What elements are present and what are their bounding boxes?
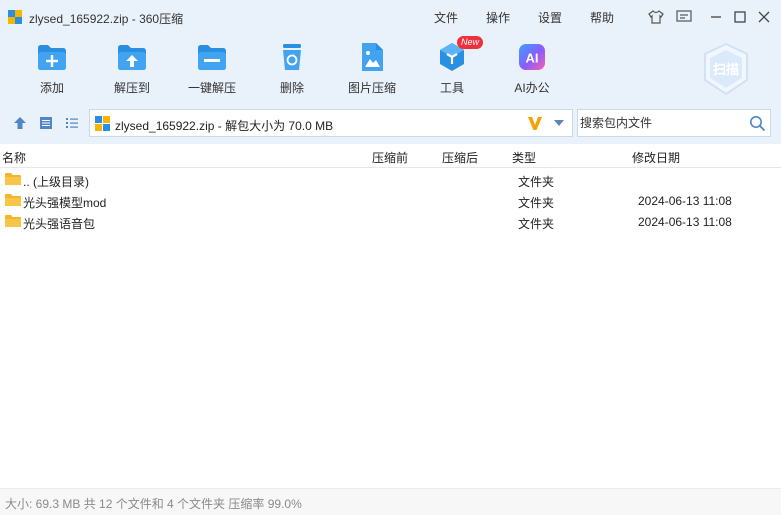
window-title: zlysed_165922.zip - 360压缩: [29, 12, 184, 26]
scan-button[interactable]: 扫描: [699, 40, 753, 100]
add-label: 添加: [39, 81, 64, 95]
maximize-icon: [734, 11, 746, 23]
arrow-up-icon: [14, 117, 26, 129]
verified-v-icon[interactable]: [527, 115, 543, 131]
file-name: 光头强语音包: [23, 217, 96, 231]
file-modified: 2024-06-13 11:08: [638, 194, 732, 208]
tools-label: 工具: [439, 81, 464, 95]
list-view-button[interactable]: [63, 114, 81, 132]
menu-help[interactable]: 帮助: [590, 9, 614, 26]
extract-to-button[interactable]: 解压到: [97, 40, 167, 98]
main-toolbar: 添加 解压到 一键解压 删除 图片压缩 New 工具 AI AI办公 扫描: [0, 34, 781, 102]
file-name: .. (上级目录): [23, 175, 89, 189]
ai-office-icon: AI: [519, 44, 545, 70]
close-button[interactable]: [755, 8, 773, 26]
search-input[interactable]: [580, 113, 740, 133]
feedback-button[interactable]: [675, 8, 693, 26]
column-modified[interactable]: 修改日期: [632, 149, 680, 166]
file-modified: 2024-06-13 11:08: [638, 215, 732, 229]
close-icon: [758, 11, 770, 23]
maximize-button[interactable]: [731, 8, 749, 26]
app-window: zlysed_165922.zip - 360压缩 文件 操作 设置 帮助 添加…: [0, 0, 781, 515]
ai-icon-text: AI: [526, 51, 539, 66]
column-compressed-before[interactable]: 压缩前: [372, 149, 408, 166]
column-name[interactable]: 名称: [2, 149, 26, 166]
file-list: .. (上级目录) 文件夹 光头强模型mod 文件夹 2024-06-13 11…: [0, 168, 781, 488]
search-icon[interactable]: [749, 115, 766, 132]
shirt-icon: [648, 10, 664, 24]
image-compress-label: 图片压缩: [347, 81, 396, 95]
skin-button[interactable]: [647, 8, 665, 26]
zip-archive-icon: [95, 116, 110, 131]
menu-operation[interactable]: 操作: [486, 9, 510, 26]
address-row: zlysed_165922.zip - 解包大小为 70.0 MB: [0, 102, 781, 144]
detail-view-icon: [40, 117, 52, 129]
file-list-header: 名称 压缩前 压缩后 类型 修改日期: [0, 144, 781, 168]
ai-office-label: AI办公: [514, 81, 550, 95]
tools-button[interactable]: New 工具: [417, 36, 487, 98]
extract-to-label: 解压到: [113, 81, 150, 95]
file-type: 文件夹: [518, 217, 555, 231]
one-click-extract-icon: [198, 45, 226, 70]
ai-office-button[interactable]: AI AI办公: [497, 40, 567, 98]
status-bar: 大小: 69.3 MB 共 12 个文件和 4 个文件夹 压缩率 99.0%: [0, 488, 781, 515]
title-bar: zlysed_165922.zip - 360压缩 文件 操作 设置 帮助: [0, 0, 781, 34]
column-compressed-after[interactable]: 压缩后: [442, 149, 478, 166]
one-click-extract-button[interactable]: 一键解压: [177, 40, 247, 98]
delete-icon: [283, 44, 301, 70]
scan-label: 扫描: [713, 62, 739, 77]
shield-scan-icon: 扫描: [704, 42, 748, 96]
list-view-icon: [66, 118, 78, 128]
delete-button[interactable]: 删除: [257, 40, 327, 98]
address-dropdown-icon[interactable]: [554, 120, 564, 126]
folder-icon: [5, 173, 21, 185]
add-button[interactable]: 添加: [17, 40, 87, 98]
list-item[interactable]: 光头强语音包 文件夹 2024-06-13 11:08: [0, 211, 781, 232]
one-click-extract-label: 一键解压: [187, 81, 236, 95]
status-text: 大小: 69.3 MB 共 12 个文件和 4 个文件夹 压缩率 99.0%: [5, 497, 302, 511]
address-path: zlysed_165922.zip - 解包大小为 70.0 MB: [115, 119, 334, 133]
image-compress-icon: [362, 43, 383, 71]
image-compress-button[interactable]: 图片压缩: [337, 40, 407, 98]
menu-settings[interactable]: 设置: [538, 9, 562, 26]
search-box[interactable]: [577, 109, 771, 137]
delete-label: 删除: [279, 81, 304, 95]
add-icon: [38, 45, 66, 70]
address-bar[interactable]: zlysed_165922.zip - 解包大小为 70.0 MB: [89, 109, 573, 137]
file-name: 光头强模型mod: [23, 196, 107, 210]
menu-file[interactable]: 文件: [434, 9, 458, 26]
folder-icon: [5, 194, 21, 206]
up-button[interactable]: [11, 114, 29, 132]
new-badge: New: [457, 36, 483, 49]
app-logo-icon: [8, 10, 22, 24]
file-type: 文件夹: [518, 196, 555, 210]
message-icon: [676, 10, 692, 22]
minimize-button[interactable]: [707, 8, 725, 26]
detail-view-button[interactable]: [37, 114, 55, 132]
column-type[interactable]: 类型: [512, 149, 536, 166]
file-type: 文件夹: [518, 175, 555, 189]
folder-icon: [5, 215, 21, 227]
minimize-icon: [711, 16, 721, 18]
list-item[interactable]: .. (上级目录) 文件夹: [0, 169, 781, 190]
extract-to-icon: [118, 45, 146, 70]
list-item[interactable]: 光头强模型mod 文件夹 2024-06-13 11:08: [0, 190, 781, 211]
